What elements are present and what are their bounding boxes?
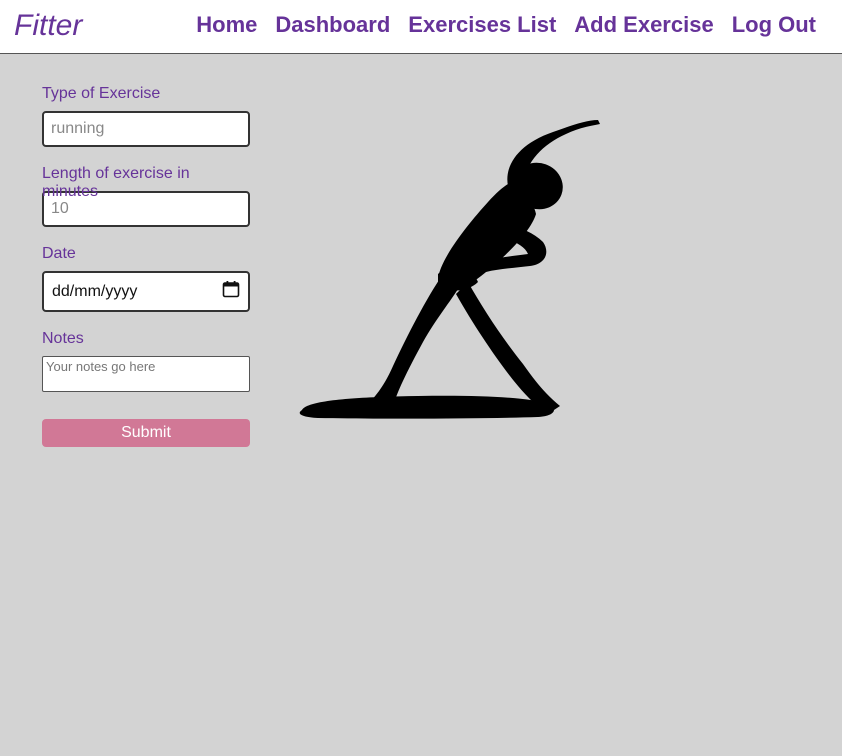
notes-label: Notes [42, 330, 84, 347]
add-exercise-form: Type of Exercise Length of exercise in m… [42, 85, 250, 447]
date-input-value: dd/mm/yyyy [52, 282, 138, 300]
type-of-exercise-input[interactable] [42, 111, 250, 147]
notes-textarea[interactable] [42, 356, 250, 392]
submit-button[interactable]: Submit [42, 419, 250, 447]
stretching-person-silhouette-icon [298, 114, 604, 425]
nav-add-exercise-link[interactable]: Add Exercise [574, 12, 713, 38]
calendar-icon[interactable] [222, 280, 240, 303]
date-input[interactable]: dd/mm/yyyy [42, 271, 250, 312]
nav-exercises-list-link[interactable]: Exercises List [408, 12, 556, 38]
date-label: Date [42, 245, 76, 262]
nav-log-out-link[interactable]: Log Out [732, 12, 816, 38]
nav-dashboard-link[interactable]: Dashboard [275, 12, 390, 38]
nav-home-link[interactable]: Home [196, 12, 257, 38]
length-of-exercise-label: Length of exercise in minutes [42, 165, 190, 200]
type-of-exercise-label: Type of Exercise [42, 85, 161, 102]
brand-logo[interactable]: Fitter [14, 9, 82, 43]
navbar: Fitter Home Dashboard Exercises List Add… [0, 0, 842, 54]
nav-links: Home Dashboard Exercises List Add Exerci… [178, 12, 816, 38]
